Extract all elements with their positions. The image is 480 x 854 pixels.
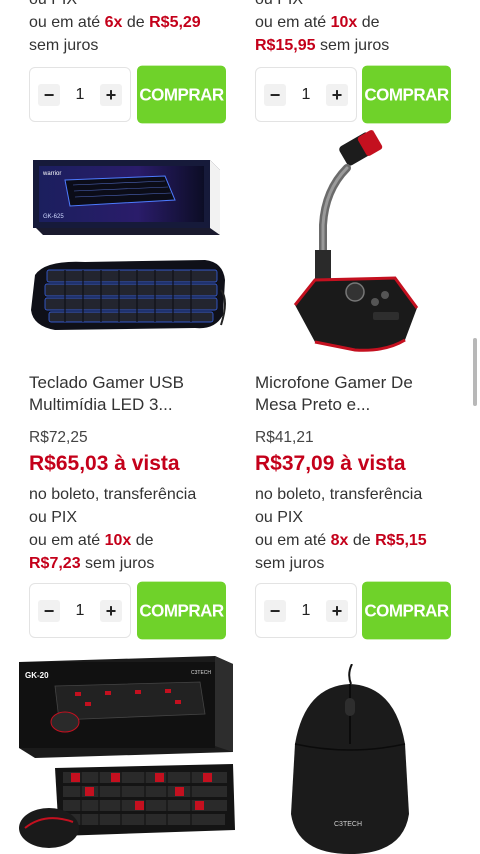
product-name[interactable]: Teclado Gamer USB Multimídia LED 3... (29, 372, 229, 416)
installment-line: ou em até 6x de R$5,29 (29, 14, 201, 31)
mouse-product-image[interactable]: C3TECH (285, 664, 415, 854)
installment-line: ou em até 10x de (29, 532, 154, 549)
product-card-microphone: Microfone Gamer De Mesa Preto e... R$41,… (255, 372, 455, 575)
product-name[interactable]: Microfone Gamer De Mesa Preto e... (255, 372, 455, 416)
payment-methods: no boleto, transferência (29, 486, 197, 503)
increase-quantity-button[interactable]: + (326, 600, 348, 622)
box-model-text: GK-625 (43, 214, 64, 220)
payment-method: ou PIX (255, 0, 455, 11)
payment-methods-pix: ou PIX (255, 509, 304, 526)
quantity-stepper[interactable]: − 1 + (29, 583, 131, 638)
installment-value-line: R$15,95 sem juros (255, 37, 390, 54)
installment-line: ou em até 10x de (255, 14, 380, 31)
box-model-text: GK-20 (25, 671, 49, 680)
top-left-product-info: ou PIX ou em até 6x de R$5,29 sem juros (29, 0, 229, 57)
payment-methods: no boleto, transferência (255, 486, 423, 503)
installment-value-line: R$7,23 sem juros (29, 555, 155, 572)
mouse-brand-text: C3TECH (334, 821, 362, 828)
payment-method: ou PIX (29, 0, 229, 11)
cash-price: R$37,09 à vista (255, 452, 406, 475)
top-right-product-info: ou PIX ou em até 10x de R$15,95 sem juro… (255, 0, 455, 57)
increase-quantity-button[interactable]: + (100, 84, 122, 106)
payment-methods-pix: ou PIX (29, 509, 78, 526)
box-brand-text: warrior (42, 171, 61, 177)
quantity-stepper[interactable]: − 1 + (29, 67, 131, 122)
keyboard-mouse-combo-product-image[interactable]: GK-20 C3TECH (15, 652, 240, 854)
increase-quantity-button[interactable]: + (326, 84, 348, 106)
box-brand-text: C3TECH (191, 670, 211, 676)
installment-line: ou em até 8x de R$5,15 (255, 532, 427, 549)
no-interest-label: sem juros (29, 37, 99, 54)
microphone-product-image[interactable] (285, 130, 425, 360)
product-card-keyboard: Teclado Gamer USB Multimídia LED 3... R$… (29, 372, 229, 575)
buy-button[interactable]: COMPRAR (362, 581, 451, 640)
buy-button[interactable]: COMPRAR (362, 65, 451, 124)
keyboard-product-image[interactable]: warrior GK-625 (25, 150, 230, 340)
buy-button[interactable]: COMPRAR (137, 65, 226, 124)
old-price: R$41,21 (255, 429, 314, 446)
page-scrollbar[interactable] (473, 338, 477, 406)
cash-price: R$65,03 à vista (29, 452, 180, 475)
increase-quantity-button[interactable]: + (100, 600, 122, 622)
buy-button[interactable]: COMPRAR (137, 581, 226, 640)
quantity-stepper[interactable]: − 1 + (255, 67, 357, 122)
quantity-stepper[interactable]: − 1 + (255, 583, 357, 638)
old-price: R$72,25 (29, 429, 88, 446)
no-interest-label: sem juros (255, 555, 325, 572)
